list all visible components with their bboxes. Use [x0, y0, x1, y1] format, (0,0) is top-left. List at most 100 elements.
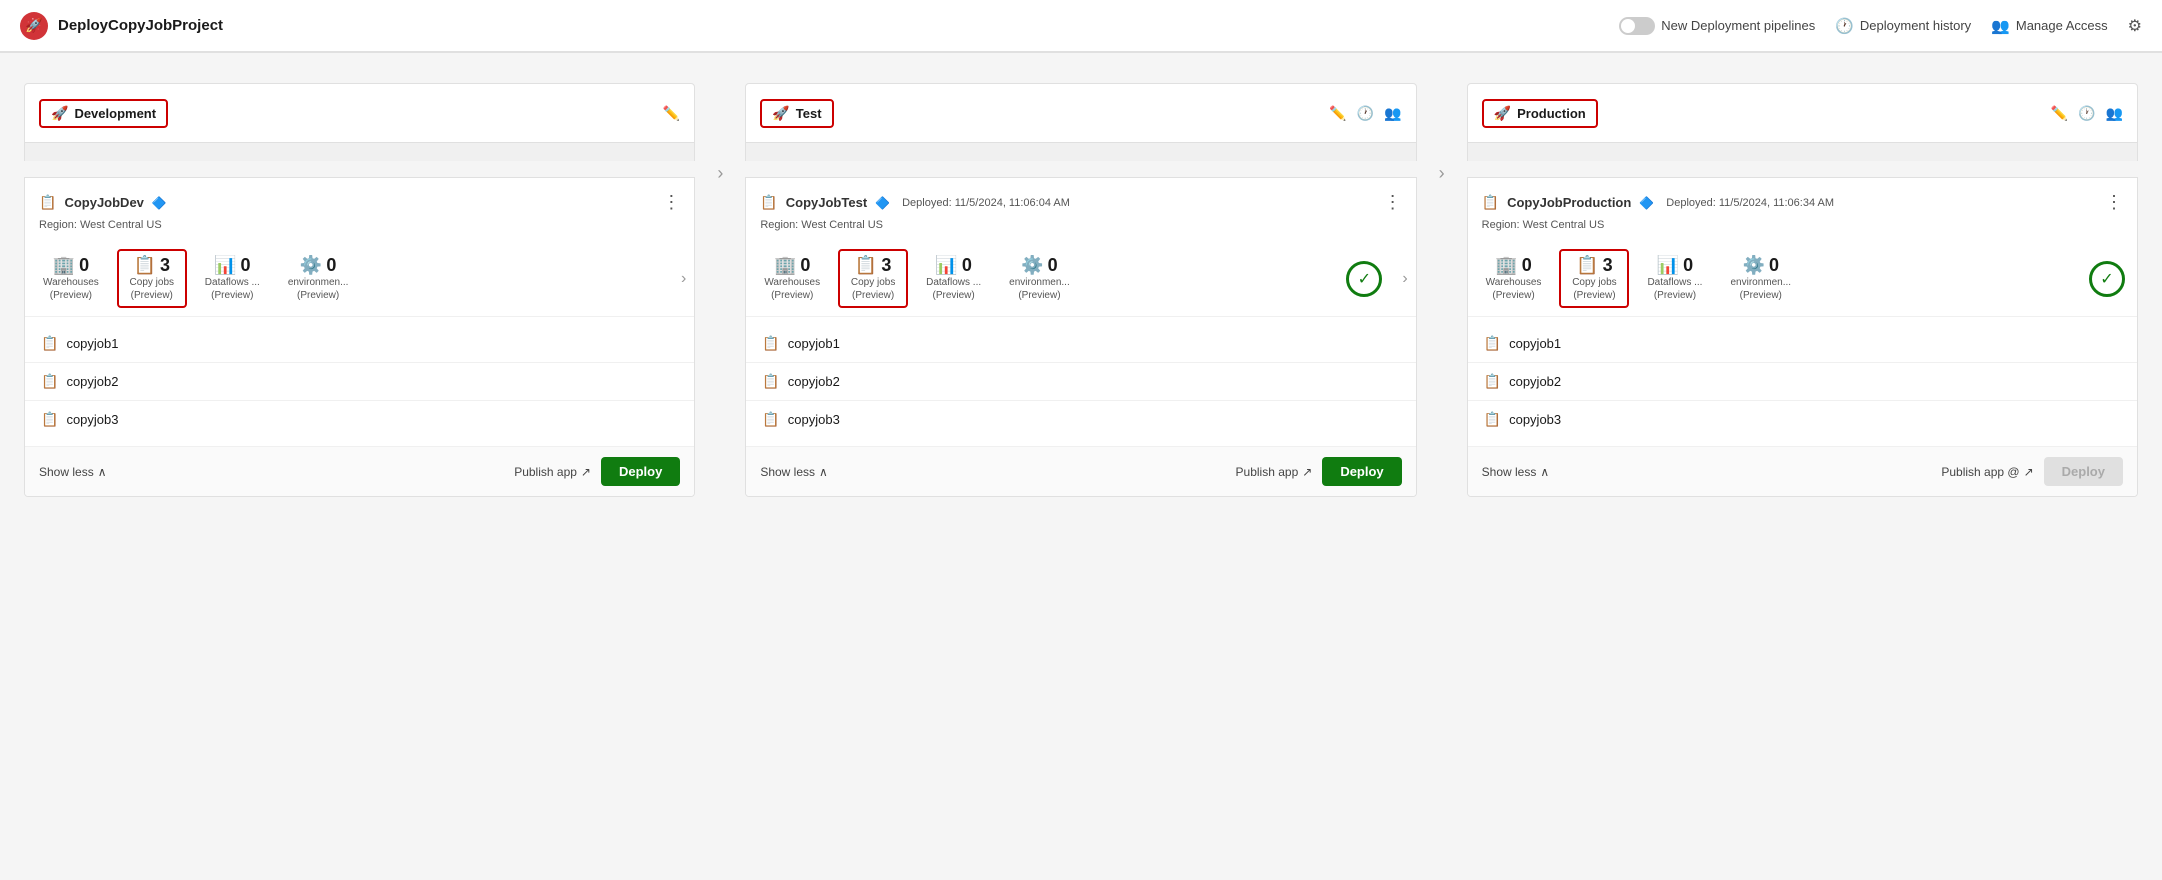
metrics-arrow	[908, 249, 916, 308]
stage-name: Development	[74, 106, 156, 121]
checkmark-icon: ✓	[1358, 269, 1371, 289]
external-link-icon: ↗	[2024, 465, 2034, 479]
item-name: copyjob3	[788, 412, 840, 427]
card-diamond-icon: 🔷	[152, 196, 167, 210]
card-region: Region: West Central US	[746, 219, 1415, 241]
deploy-button[interactable]: Deploy	[1322, 457, 1401, 486]
metrics-right-arrow[interactable]: ›	[1394, 270, 1415, 288]
stage-column-production: 🚀Production ✏️ 🕐 👥 📋 CopyJobProduction 🔷…	[1467, 83, 2138, 497]
card-copy-icon: 📋	[39, 194, 56, 211]
metric-num: 📋3	[855, 255, 891, 276]
card-menu-button[interactable]: ⋮	[2105, 192, 2123, 213]
metrics-arrow	[830, 249, 838, 308]
list-item: 📋 copyjob2	[746, 363, 1415, 401]
card-footer: Show less ∧ Publish app ↗ Deploy	[25, 446, 694, 496]
metric-num: 📊0	[935, 255, 971, 276]
metrics-row: 🏢0 Warehouses(Preview) 📋3 Copy jobs(Prev…	[1468, 241, 2137, 317]
edit-icon[interactable]: ✏️	[663, 105, 680, 122]
item-copy-icon: 📋	[762, 373, 779, 390]
new-deployment-label: New Deployment pipelines	[1661, 18, 1815, 33]
metrics-arrow	[1551, 249, 1559, 308]
card-copy-icon: 📋	[1482, 194, 1499, 211]
items-section: 📋 copyjob1 📋 copyjob2 📋 copyjob3	[1468, 317, 2137, 446]
metric-num: 🏢0	[53, 255, 89, 276]
metric-label: Warehouses(Preview)	[764, 276, 820, 302]
metric-item-1[interactable]: 📋3 Copy jobs(Preview)	[838, 249, 908, 308]
chevron-up-icon: ∧	[98, 465, 107, 479]
edit-icon[interactable]: ✏️	[1329, 105, 1346, 122]
toggle-switch[interactable]	[1619, 17, 1655, 35]
top-bar-left: 🚀 DeployCopyJobProject	[20, 12, 223, 40]
metric-num: ⚙️0	[1021, 255, 1057, 276]
publish-app-button[interactable]: Publish app ↗	[1236, 465, 1313, 479]
list-item: 📋 copyjob1	[25, 325, 694, 363]
metric-num: 📊0	[214, 255, 250, 276]
edit-icon[interactable]: ✏️	[2051, 105, 2068, 122]
metric-num: 📋3	[1576, 255, 1612, 276]
metrics-arrow	[270, 249, 278, 308]
settings-icon[interactable]: ⚙	[2128, 16, 2142, 36]
metric-label: environmen...(Preview)	[1009, 276, 1070, 302]
metrics-right-arrow[interactable]: ›	[673, 270, 694, 288]
metrics-arrow	[1629, 249, 1637, 308]
metric-icon: 📋	[855, 255, 877, 276]
stage-arrow-icon: ›	[717, 163, 723, 184]
card-menu-button[interactable]: ⋮	[662, 192, 680, 213]
new-deployment-toggle[interactable]: New Deployment pipelines	[1619, 17, 1815, 35]
deployment-history-label: Deployment history	[1860, 18, 1971, 33]
card-footer: Show less ∧ Publish app @ ↗ Deploy	[1468, 446, 2137, 496]
settings-icon[interactable]: 👥	[1384, 105, 1401, 122]
deploy-button[interactable]: Deploy	[601, 457, 680, 486]
history-icon[interactable]: 🕐	[2078, 105, 2095, 122]
card-menu-button[interactable]: ⋮	[1384, 192, 1402, 213]
item-copy-icon: 📋	[1484, 411, 1501, 428]
item-name: copyjob1	[1509, 336, 1561, 351]
stage-header-development: 🚀 Development ✏️	[24, 83, 695, 143]
publish-app-button[interactable]: Publish app ↗	[514, 465, 591, 479]
metric-item-1[interactable]: 📋3 Copy jobs(Preview)	[1559, 249, 1629, 308]
metric-icon: 🏢	[774, 255, 796, 276]
manage-access-button[interactable]: 👥 Manage Access	[1991, 17, 2107, 35]
show-less-button[interactable]: Show less ∧	[39, 465, 107, 479]
card-diamond-icon: 🔷	[1639, 196, 1654, 210]
card-diamond-icon: 🔷	[875, 196, 890, 210]
stage-column-test: 🚀Test ✏️ 🕐 👥 📋 CopyJobTest 🔷 Deployed: 1…	[745, 83, 1416, 497]
publish-app-button[interactable]: Publish app @ ↗	[1941, 465, 2033, 479]
history-icon[interactable]: 🕐	[1357, 105, 1374, 122]
list-item: 📋 copyjob1	[746, 325, 1415, 363]
metric-icon: ⚙️	[1021, 255, 1043, 276]
metrics-arrow	[1712, 249, 1720, 308]
metric-item-0: 🏢0 Warehouses(Preview)	[33, 249, 109, 308]
settings-icon[interactable]: 👥	[2106, 105, 2123, 122]
main-content: 🚀Development✏️ 📋 CopyJobDev 🔷 ⋮Region: W…	[0, 53, 2162, 527]
metrics-arrow	[187, 249, 195, 308]
metric-item-1[interactable]: 📋3 Copy jobs(Preview)	[117, 249, 187, 308]
metrics-arrow	[991, 249, 999, 308]
metric-label: environmen...(Preview)	[288, 276, 349, 302]
show-less-button[interactable]: Show less ∧	[1482, 465, 1550, 479]
deploy-button: Deploy	[2044, 457, 2123, 486]
metric-item-2: 📊0 Dataflows ...(Preview)	[195, 249, 270, 308]
metrics-arrow	[109, 249, 117, 308]
chevron-up-icon: ∧	[1540, 465, 1549, 479]
metric-label: Copy jobs(Preview)	[1572, 276, 1616, 302]
show-less-button[interactable]: Show less ∧	[760, 465, 828, 479]
stage-card-test: 📋 CopyJobTest 🔷 Deployed: 11/5/2024, 11:…	[745, 177, 1416, 497]
card-title: CopyJobProduction	[1507, 195, 1631, 210]
page-title: DeployCopyJobProject	[58, 17, 223, 34]
top-bar-right: New Deployment pipelines 🕐 Deployment hi…	[1619, 16, 2142, 36]
pipeline-icon: 🚀	[51, 105, 68, 122]
checkmark-icon: ✓	[2100, 269, 2113, 289]
list-item: 📋 copyjob2	[1468, 363, 2137, 401]
item-copy-icon: 📋	[1484, 335, 1501, 352]
stage-sub-bar-production	[1467, 143, 2138, 161]
metrics-row: 🏢0 Warehouses(Preview) 📋3 Copy jobs(Prev…	[25, 241, 694, 317]
metric-num: ⚙️0	[300, 255, 336, 276]
item-name: copyjob2	[1509, 374, 1561, 389]
stage-name: Production	[1517, 106, 1586, 121]
metric-item-0: 🏢0 Warehouses(Preview)	[1476, 249, 1552, 308]
metric-num: 📋3	[134, 255, 170, 276]
metric-item-3: ⚙️0 environmen...(Preview)	[999, 249, 1080, 308]
deployment-history-button[interactable]: 🕐 Deployment history	[1835, 17, 1971, 35]
manage-access-label: Manage Access	[2016, 18, 2108, 33]
